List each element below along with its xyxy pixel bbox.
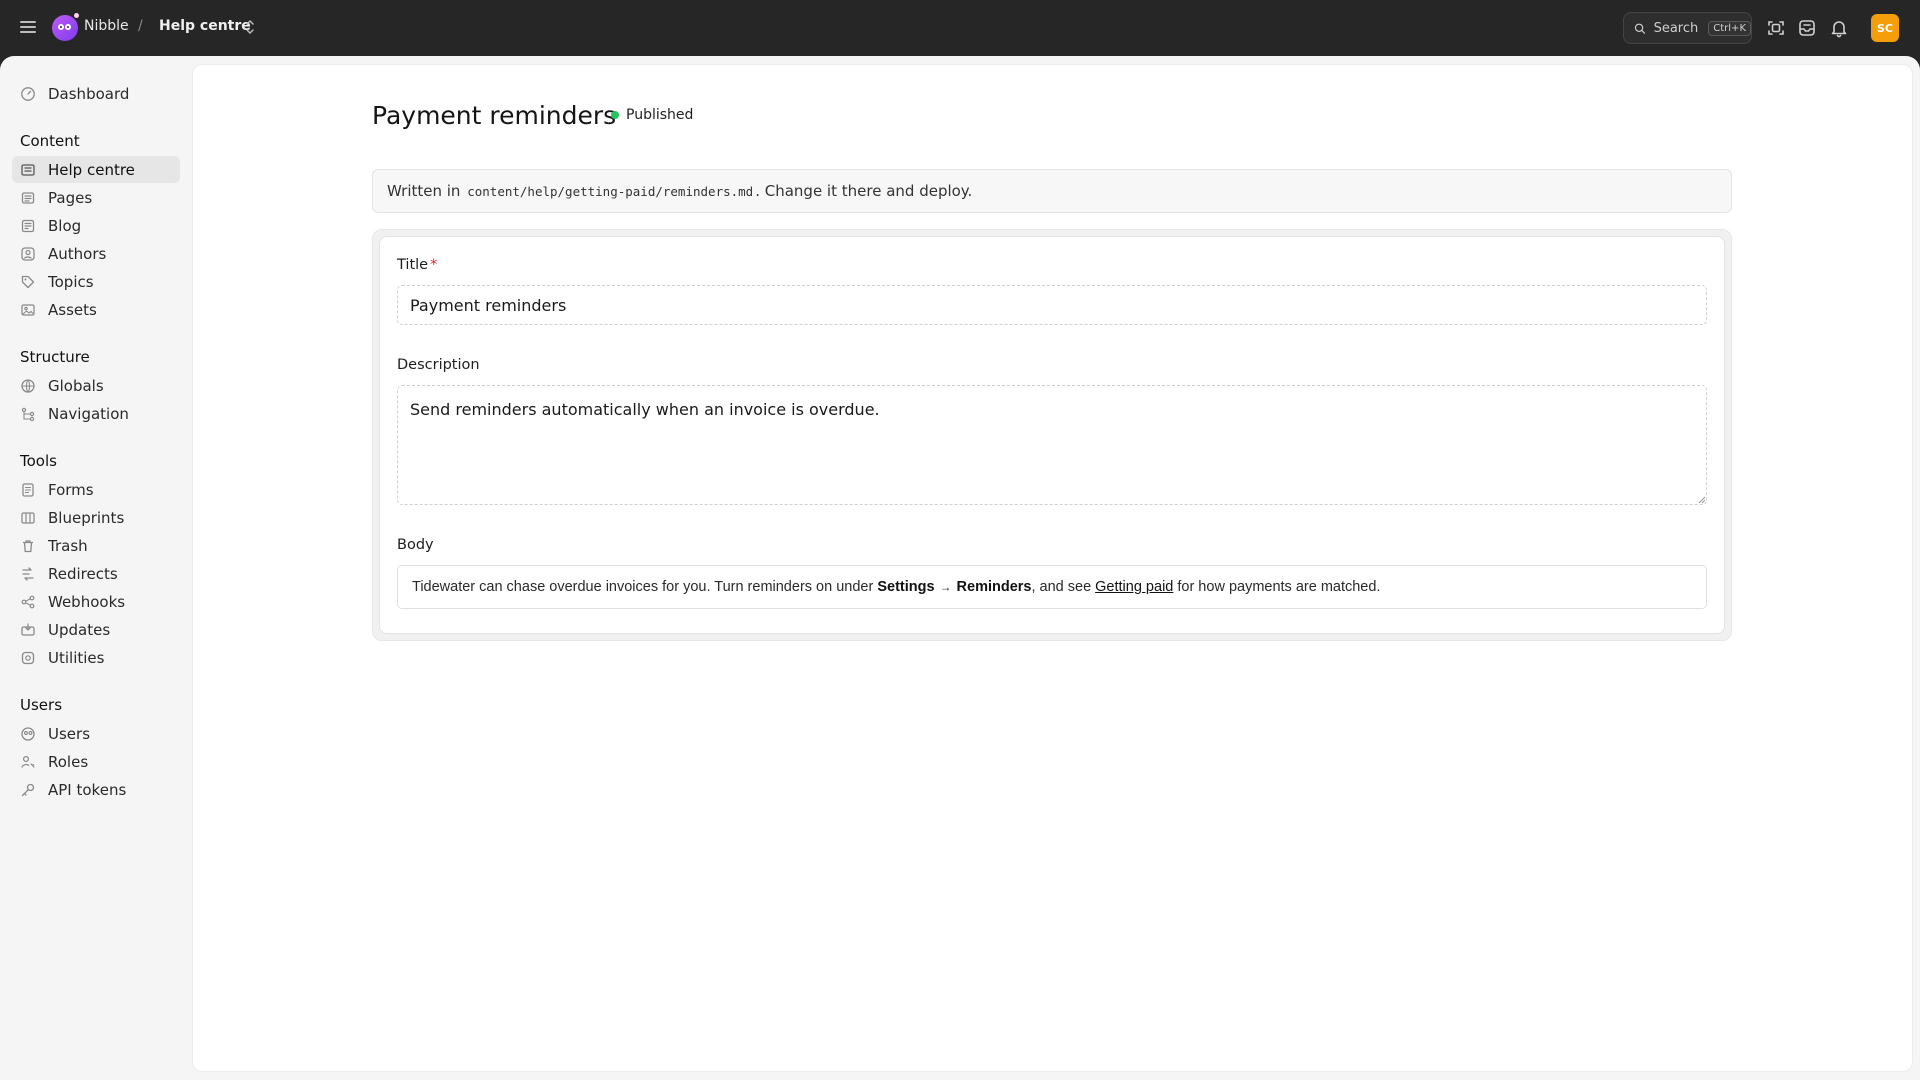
top-bar: Nibble / Help centre Search Ctrl+K SC — [0, 0, 1920, 56]
entry-form: Title* Description Send reminders automa… — [372, 229, 1732, 641]
status-text: Published — [626, 107, 694, 123]
sidebar-item-globals[interactable]: Globals — [12, 372, 180, 399]
menu-icon[interactable] — [20, 18, 36, 38]
sidebar-item-topics[interactable]: Topics — [12, 268, 180, 295]
arrow-glyph: → — [939, 580, 952, 594]
dashboard-icon — [21, 86, 35, 101]
description-textarea[interactable]: Send reminders automatically when an inv… — [397, 385, 1707, 505]
sidebar-item-dashboard[interactable]: Dashboard — [12, 80, 180, 107]
sidebar-item-roles[interactable]: Roles — [12, 748, 180, 775]
title-input[interactable] — [397, 285, 1707, 325]
redirect-icon — [22, 566, 34, 581]
user-avatar[interactable]: SC — [1871, 14, 1899, 42]
breadcrumb-current[interactable]: Help centre — [159, 18, 251, 34]
description-label: Description — [397, 357, 480, 373]
sidebar-item-help-centre[interactable]: Help centre — [12, 156, 180, 183]
app-shell: Dashboard Content Help centre Pages Blog… — [0, 56, 1920, 1080]
users-icon — [21, 726, 35, 741]
sidebar-item-redirects[interactable]: Redirects — [12, 560, 180, 587]
user-key-icon — [21, 755, 35, 768]
tag-icon — [21, 275, 35, 288]
status-badge: Published — [611, 107, 693, 123]
status-dot — [611, 111, 619, 119]
body-label: Body — [397, 537, 434, 553]
sidebar: Dashboard Content Help centre Pages Blog… — [0, 56, 190, 1080]
brand-name[interactable]: Nibble — [84, 18, 129, 34]
search-button[interactable]: Search Ctrl+K — [1623, 12, 1752, 44]
sidebar-item-updates[interactable]: Updates — [12, 616, 180, 643]
sidebar-item-trash[interactable]: Trash — [12, 532, 180, 559]
sidebar-item-navigation[interactable]: Navigation — [12, 400, 180, 427]
sidebar-item-blog[interactable]: Blog — [12, 212, 180, 239]
source-notice: Written in content/help/getting-paid/rem… — [372, 169, 1732, 213]
section-tools: Tools — [20, 452, 57, 470]
columns-icon — [21, 511, 35, 524]
nibble-logo[interactable] — [52, 13, 79, 41]
main-panel: Payment reminders Published Written in c… — [192, 64, 1913, 1072]
sidebar-item-pages[interactable]: Pages — [12, 184, 180, 211]
user-circle-icon — [21, 246, 35, 261]
sidebar-item-utilities[interactable]: Utilities — [12, 644, 180, 671]
sitemap-icon — [21, 407, 35, 421]
screen-capture-icon[interactable] — [1766, 18, 1786, 38]
title-label: Title * — [397, 257, 438, 273]
form-card: Title* Description Send reminders automa… — [379, 236, 1725, 634]
trash-icon — [23, 539, 33, 552]
form-icon — [22, 482, 34, 497]
sidebar-item-assets[interactable]: Assets — [12, 296, 180, 323]
search-shortcut: Ctrl+K — [1708, 20, 1751, 36]
pages-icon — [21, 191, 35, 204]
book-icon — [21, 163, 35, 176]
sidebar-item-webhooks[interactable]: Webhooks — [12, 588, 180, 615]
search-label: Search — [1653, 20, 1699, 36]
image-icon — [21, 303, 35, 316]
section-users: Users — [20, 696, 63, 714]
wrench-icon — [21, 651, 35, 664]
body-editor[interactable]: Tidewater can chase overdue invoices for… — [397, 565, 1707, 609]
globe-icon — [21, 378, 35, 393]
breadcrumb-separator: / — [138, 18, 143, 34]
reminders-bold: Reminders — [956, 579, 1032, 595]
search-icon — [1634, 23, 1646, 34]
chevron-up-down-icon[interactable] — [244, 18, 256, 36]
source-file-path: content/help/getting-paid/reminders.md — [467, 183, 754, 199]
share-icon — [21, 595, 35, 608]
page-title: Payment reminders — [372, 101, 617, 130]
inbox-icon[interactable] — [1797, 18, 1817, 38]
sidebar-item-forms[interactable]: Forms — [12, 476, 180, 503]
section-structure: Structure — [20, 348, 90, 366]
getting-paid-link[interactable]: Getting paid — [1095, 579, 1173, 595]
settings-bold: Settings — [877, 579, 935, 595]
sidebar-item-authors[interactable]: Authors — [12, 240, 180, 267]
required-marker: * — [430, 257, 438, 273]
sidebar-item-users[interactable]: Users — [12, 720, 180, 747]
resize-handle-icon[interactable] — [1698, 496, 1706, 504]
sidebar-item-blueprints[interactable]: Blueprints — [12, 504, 180, 531]
section-content: Content — [20, 132, 80, 150]
blog-icon — [21, 219, 35, 232]
key-icon — [21, 783, 35, 796]
package-icon — [21, 622, 35, 636]
bell-icon[interactable] — [1829, 18, 1849, 38]
sidebar-item-api-tokens[interactable]: API tokens — [12, 776, 180, 803]
